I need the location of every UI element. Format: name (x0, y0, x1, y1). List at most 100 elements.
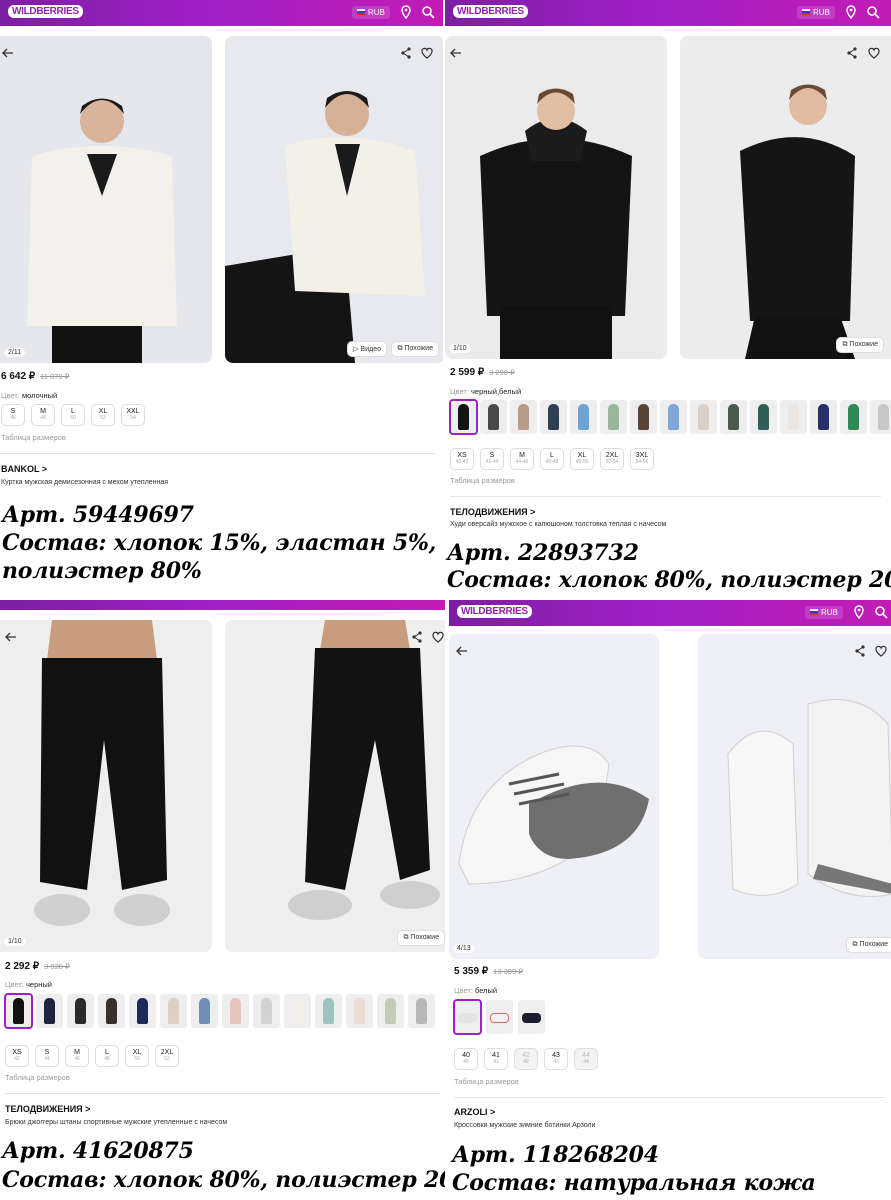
color-swatch[interactable] (4, 993, 33, 1029)
video-button[interactable]: ▷ Видео (347, 341, 387, 357)
size-option[interactable]: XXL 54 (121, 404, 145, 426)
heart-icon[interactable] (420, 46, 434, 60)
color-swatch[interactable] (191, 994, 218, 1028)
similar-button[interactable]: ⧉ Похожие (397, 930, 445, 946)
size-option[interactable]: XS 40-42 (450, 448, 474, 470)
currency-selector[interactable]: RUB (805, 606, 843, 619)
color-swatch[interactable] (408, 994, 435, 1028)
size-option[interactable]: S 46 (1, 404, 25, 426)
product-photo-second[interactable]: ⧉ Похожие (225, 620, 445, 952)
currency-selector[interactable]: RUB (797, 6, 835, 19)
similar-button[interactable]: ⧉ Похожие (836, 337, 884, 353)
color-swatch[interactable] (67, 994, 94, 1028)
color-swatch[interactable] (750, 400, 777, 434)
color-swatch[interactable] (630, 400, 657, 434)
heart-icon[interactable] (874, 644, 888, 658)
size-option[interactable]: 3XL 54-56 (630, 448, 654, 470)
currency-selector[interactable]: RUB (352, 6, 390, 19)
brand-link[interactable]: ТЕЛОДВИЖЕНИЯ > (5, 1104, 90, 1114)
color-swatch[interactable] (510, 400, 537, 434)
color-swatch[interactable] (840, 400, 867, 434)
color-swatch[interactable] (346, 994, 373, 1028)
size-option[interactable]: XL 52 (91, 404, 115, 426)
size-option[interactable]: S 42-44 (480, 448, 504, 470)
color-swatch[interactable] (780, 400, 807, 434)
color-swatch[interactable] (98, 994, 125, 1028)
share-icon[interactable] (410, 630, 424, 644)
color-swatch[interactable] (570, 400, 597, 434)
size-option[interactable]: 2XL 50-54 (600, 448, 624, 470)
size-option[interactable]: L 50 (61, 404, 85, 426)
color-swatch[interactable] (486, 1000, 513, 1034)
similar-button[interactable]: ⧉ Похожие (391, 341, 439, 357)
arrow-left-icon[interactable] (4, 630, 18, 644)
share-icon[interactable] (399, 46, 413, 60)
wb-logo[interactable]: WILDBERRIES (457, 605, 532, 618)
color-swatch[interactable] (720, 400, 747, 434)
share-icon[interactable] (845, 46, 859, 60)
color-swatch[interactable] (690, 400, 717, 434)
heart-icon[interactable] (867, 46, 881, 60)
size-option[interactable]: L 46-48 (540, 448, 564, 470)
product-photo-main[interactable]: 4/13 (449, 634, 659, 959)
color-swatch[interactable] (810, 400, 837, 434)
color-swatch[interactable] (870, 400, 891, 434)
product-photo-second[interactable]: ⧉ Похожие (698, 634, 891, 959)
search-icon[interactable] (873, 604, 889, 620)
divider (0, 453, 435, 454)
location-pin-icon[interactable] (843, 4, 859, 20)
size-option[interactable]: 2XL 52 (155, 1045, 179, 1067)
color-swatch[interactable] (453, 999, 482, 1035)
color-swatch[interactable] (253, 994, 280, 1028)
color-swatch[interactable] (377, 994, 404, 1028)
search-icon[interactable] (420, 4, 436, 20)
color-swatch[interactable] (284, 994, 311, 1028)
color-swatch[interactable] (315, 994, 342, 1028)
search-icon[interactable] (865, 4, 881, 20)
arrow-left-icon[interactable] (1, 46, 15, 60)
color-swatch[interactable] (600, 400, 627, 434)
color-swatch[interactable] (36, 994, 63, 1028)
color-swatch[interactable] (160, 994, 187, 1028)
arrow-left-icon[interactable] (455, 644, 469, 658)
brand-link[interactable]: ТЕЛОДВИЖЕНИЯ > (450, 507, 535, 517)
brand-link[interactable]: ARZOLI > (454, 1107, 495, 1117)
size-option[interactable]: XL 50 (125, 1045, 149, 1067)
size-table-link[interactable]: Таблица размеров (1, 433, 66, 442)
location-pin-icon[interactable] (398, 4, 414, 20)
size-option[interactable]: L 48 (95, 1045, 119, 1067)
size-option[interactable]: XS 42 (5, 1045, 29, 1067)
similar-button[interactable]: ⧉ Похожие (846, 937, 891, 953)
size-option[interactable]: XL 48-50 (570, 448, 594, 470)
color-swatch[interactable] (222, 994, 249, 1028)
wb-logo[interactable]: WILDBERRIES (8, 5, 83, 18)
size-option[interactable]: 43 43 (544, 1048, 568, 1070)
size-option[interactable]: M 44-46 (510, 448, 534, 470)
color-swatch[interactable] (518, 1000, 545, 1034)
color-swatch[interactable] (449, 399, 478, 435)
color-swatch[interactable] (660, 400, 687, 434)
brand-link[interactable]: BANKOL > (1, 464, 47, 474)
size-table-link[interactable]: Таблица размеров (5, 1073, 70, 1082)
size-option[interactable]: 40 40 (454, 1048, 478, 1070)
wb-header: WILDBERRIES RUB (445, 0, 891, 26)
product-photo-main[interactable]: 2/11 (0, 36, 212, 363)
size-table-link[interactable]: Таблица размеров (454, 1077, 519, 1086)
wb-logo[interactable]: WILDBERRIES (453, 5, 528, 18)
heart-icon[interactable] (431, 630, 445, 644)
location-pin-icon[interactable] (851, 604, 867, 620)
product-photo-main[interactable]: 1/10 (0, 620, 212, 952)
arrow-left-icon[interactable] (449, 46, 463, 60)
size-option[interactable]: M 48 (31, 404, 55, 426)
product-photo-main[interactable]: 1/10 (445, 36, 667, 359)
size-option[interactable]: M 46 (65, 1045, 89, 1067)
size-option[interactable]: S 44 (35, 1045, 59, 1067)
product-photo-second[interactable]: ▷ Видео ⧉ Похожие (225, 36, 443, 363)
product-photo-second[interactable]: ⧉ Похожие (680, 36, 891, 359)
color-swatch[interactable] (129, 994, 156, 1028)
color-swatch[interactable] (480, 400, 507, 434)
size-option[interactable]: 41 41 (484, 1048, 508, 1070)
color-swatch[interactable] (540, 400, 567, 434)
share-icon[interactable] (853, 644, 867, 658)
size-table-link[interactable]: Таблица размеров (450, 476, 515, 485)
